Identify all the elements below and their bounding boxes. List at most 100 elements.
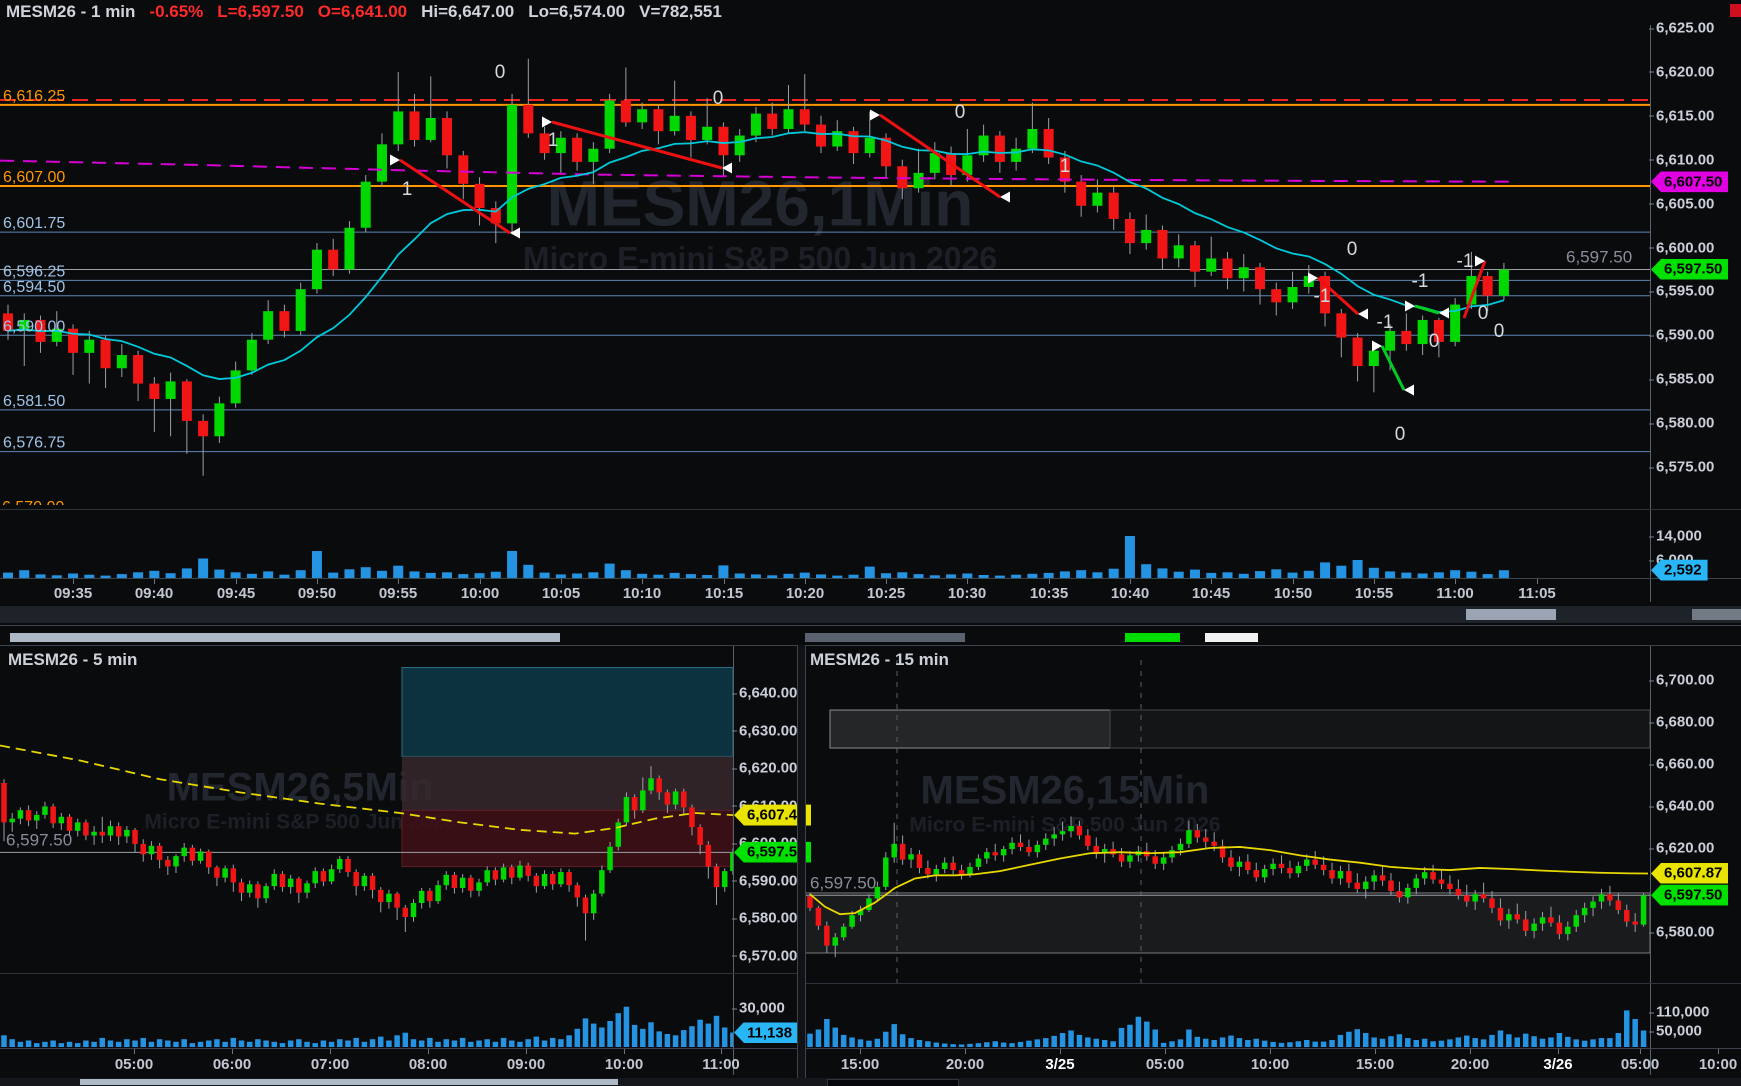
volume-axis-label: 110,000 xyxy=(1656,1004,1709,1021)
price-badge: 6,597.50 xyxy=(1651,885,1728,906)
top-scrollbar-thumb[interactable] xyxy=(1466,609,1556,620)
volume-badge: 2,592 xyxy=(1651,560,1708,581)
volume-bar xyxy=(908,1038,914,1047)
volume-bar xyxy=(640,1029,646,1047)
trend-arrow-icon xyxy=(1439,308,1449,319)
volume-bar xyxy=(1068,1030,1074,1047)
chart-canvas[interactable]: 101001-10-10-10-1006,597.506,616.256,607… xyxy=(0,0,1741,1086)
candle-body xyxy=(394,894,400,908)
candle-body xyxy=(1531,924,1537,931)
candle-body xyxy=(1632,922,1638,925)
scrollbar-marker-white[interactable] xyxy=(1205,633,1258,642)
volume-bar xyxy=(841,1035,847,1047)
candle-body xyxy=(891,844,897,858)
volume-bar xyxy=(681,1030,687,1047)
time-tick xyxy=(134,1049,135,1054)
time-axis-label: 06:00 xyxy=(213,1056,251,1073)
panel-title-15min: MESM26 - 15 min xyxy=(810,650,949,670)
bottom-panels-top-border xyxy=(0,645,1741,646)
volume-bar xyxy=(362,1042,368,1047)
volume-bar xyxy=(9,1039,15,1047)
candle-body xyxy=(362,876,368,886)
volume-bar xyxy=(1464,1036,1470,1047)
candle-body xyxy=(1296,866,1302,873)
volume-bar xyxy=(501,1038,507,1047)
volume-bar xyxy=(1237,1038,1243,1047)
volume-bar xyxy=(632,1025,638,1047)
candle-body xyxy=(386,894,392,902)
y-axis-label: 6,590.00 xyxy=(1656,327,1714,344)
volume-bar xyxy=(181,1039,187,1047)
volume-bar xyxy=(386,1041,392,1048)
candle-body xyxy=(133,355,143,384)
time-tick xyxy=(724,579,725,584)
candle-body xyxy=(1161,857,1167,863)
candle-body xyxy=(1270,864,1276,869)
candle-body xyxy=(1565,927,1571,934)
volume-bar xyxy=(263,571,273,578)
time-tick xyxy=(232,1049,233,1054)
candle-body xyxy=(460,878,466,888)
volume-bar xyxy=(1363,1033,1369,1047)
volume-bar xyxy=(1590,1039,1596,1047)
scrollbar-marker-green[interactable] xyxy=(1125,633,1180,642)
candle-body xyxy=(816,125,826,147)
top-scrollbar-button[interactable] xyxy=(1692,609,1741,620)
left-panel-scrollbar-thumb[interactable] xyxy=(10,633,560,642)
candle-body xyxy=(1338,871,1344,878)
price-badge: 6,607.87 xyxy=(1651,863,1728,884)
candle-body xyxy=(1388,881,1394,892)
candle-body xyxy=(1405,888,1411,897)
candle-body xyxy=(605,100,615,148)
top-axis-separator xyxy=(1650,25,1651,602)
top-chart-scrollbar[interactable] xyxy=(0,606,1741,623)
y-axis-label: 6,600.00 xyxy=(1656,239,1714,256)
y-axis-label: 6,570.00 xyxy=(739,947,797,964)
volume-bar xyxy=(1043,1038,1049,1047)
volume-bar xyxy=(689,1026,695,1047)
swing-marker: 0 xyxy=(955,102,966,123)
candle-body xyxy=(566,872,572,885)
volume-bar xyxy=(900,1034,906,1047)
right-time-axis-line xyxy=(805,1048,1741,1049)
volume-bar xyxy=(807,1034,813,1047)
candle-body xyxy=(458,155,468,184)
candle-body xyxy=(452,875,458,888)
candle-body xyxy=(296,289,306,331)
time-tick xyxy=(1211,579,1212,584)
candle-body xyxy=(767,114,777,129)
cyan-ma-line xyxy=(8,132,1504,379)
time-axis-label: 3/25 xyxy=(1045,1056,1074,1073)
panel-vertical-divider[interactable] xyxy=(797,645,806,1086)
volume-bar xyxy=(950,1044,956,1047)
volume-bar xyxy=(75,1043,81,1047)
candle-body xyxy=(1353,337,1363,366)
volume-bar xyxy=(1355,1029,1361,1047)
right-bottom-scrollbar-thumb[interactable] xyxy=(827,1079,959,1086)
candle-body xyxy=(312,871,318,883)
time-axis-label: 10:55 xyxy=(1355,585,1393,602)
level-line-label: 6,590.00 xyxy=(3,318,65,335)
candle-body xyxy=(149,384,159,399)
volume-bar xyxy=(1094,1039,1100,1047)
right-panel-scrollbar-thumb[interactable] xyxy=(805,633,965,642)
candle-body xyxy=(1141,230,1151,243)
header-volume: V=782,551 xyxy=(639,2,722,21)
volume-bar xyxy=(239,1041,245,1048)
candle-body xyxy=(132,830,138,844)
candle-body xyxy=(624,797,630,822)
volume-bar xyxy=(361,567,371,578)
volume-bar xyxy=(198,1042,204,1047)
inplot-price-label: 6,597.50 xyxy=(6,830,72,849)
y-axis-label: 6,620.00 xyxy=(1656,63,1714,80)
candle-body xyxy=(681,791,687,807)
candle-body xyxy=(444,875,450,885)
candle-body xyxy=(42,806,48,814)
left-bottom-scrollbar-thumb[interactable] xyxy=(80,1079,618,1085)
volume-bar xyxy=(263,1041,269,1048)
candle-body xyxy=(718,127,728,156)
y-axis-label: 6,615.00 xyxy=(1656,107,1714,124)
candle-body xyxy=(1573,915,1579,927)
candle-body xyxy=(1369,351,1379,366)
candle-body xyxy=(214,867,220,877)
